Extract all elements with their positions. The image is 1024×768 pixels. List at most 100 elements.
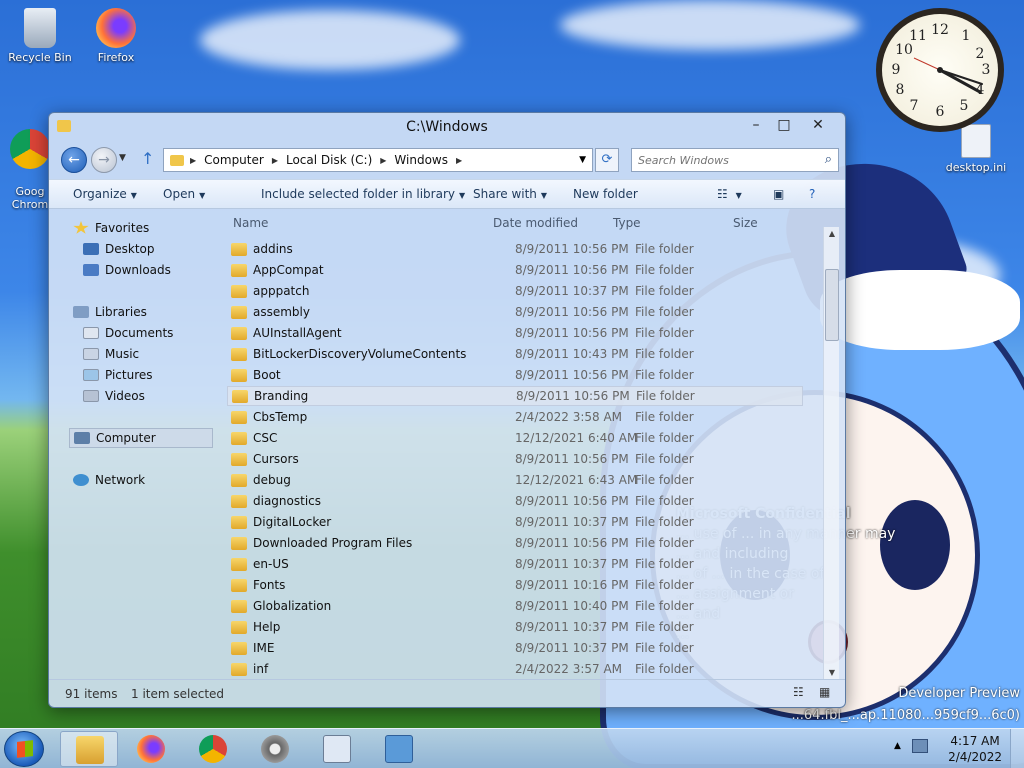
- nav-downloads[interactable]: Downloads: [83, 260, 171, 280]
- refresh-button[interactable]: ⟳: [595, 148, 619, 172]
- breadcrumb-windows[interactable]: Windows: [394, 153, 448, 167]
- clock-gadget[interactable]: 12 1 2 3 4 5 6 7 8 9 10 11: [876, 8, 1004, 132]
- folder-icon: [231, 410, 247, 424]
- view-options-icon[interactable]: ☷ ▼: [717, 187, 742, 201]
- table-row[interactable]: CSC 12/12/2021 6:40 AM File folder: [227, 428, 803, 448]
- search-box[interactable]: ⌕: [631, 148, 839, 172]
- open-button[interactable]: Open ▼: [163, 187, 205, 201]
- search-icon[interactable]: ⌕: [825, 152, 832, 167]
- table-row[interactable]: Globalization 8/9/2011 10:40 PM File folde…: [227, 596, 803, 616]
- include-in-library-button[interactable]: Include selected folder in library ▼: [261, 187, 465, 201]
- clock[interactable]: 4:17 AM 2/4/2022: [948, 733, 1002, 765]
- table-row[interactable]: assembly 8/9/2011 10:56 PM File folder: [227, 302, 803, 322]
- nav-documents[interactable]: Documents: [83, 323, 173, 343]
- taskbar-firefox[interactable]: [122, 731, 180, 767]
- nav-favorites[interactable]: Favorites: [73, 218, 149, 238]
- column-header-type[interactable]: Type: [613, 216, 641, 230]
- search-input[interactable]: [632, 149, 810, 171]
- scroll-up-icon[interactable]: ▲: [824, 229, 840, 238]
- table-row[interactable]: Help 8/9/2011 10:37 PM File folder: [227, 617, 803, 637]
- breadcrumb-separator-icon[interactable]: ▶: [272, 156, 278, 165]
- clock-face: 12 1 2 3 4 5 6 7 8 9 10 11: [882, 14, 998, 126]
- table-row[interactable]: DigitalLocker 8/9/2011 10:37 PM File folde…: [227, 512, 803, 532]
- folder-icon: [231, 494, 247, 508]
- breadcrumb-separator-icon[interactable]: ▶: [380, 156, 386, 165]
- table-row[interactable]: Cursors 8/9/2011 10:56 PM File folder: [227, 449, 803, 469]
- column-header-size[interactable]: Size: [733, 216, 758, 230]
- details-view-icon[interactable]: ☷: [793, 685, 804, 699]
- column-header-name[interactable]: Name: [233, 216, 268, 230]
- file-date: 8/9/2011 10:56 PM: [515, 263, 629, 277]
- new-folder-button[interactable]: New folder: [573, 187, 638, 201]
- table-row[interactable]: IME 8/9/2011 10:37 PM File folder: [227, 638, 803, 658]
- maximize-button[interactable]: □: [771, 115, 797, 135]
- taskbar-file-explorer[interactable]: [60, 731, 118, 767]
- minimize-button[interactable]: –: [743, 115, 769, 135]
- nav-computer[interactable]: Computer: [69, 428, 213, 448]
- taskbar-remote-desktop[interactable]: [370, 731, 428, 767]
- up-arrow-icon[interactable]: ↑: [141, 149, 154, 168]
- tray-time: 4:17 AM: [950, 734, 1000, 748]
- recent-pages-dropdown-icon[interactable]: ▼: [119, 153, 126, 163]
- breadcrumb-computer[interactable]: Computer: [204, 153, 264, 167]
- nav-music[interactable]: Music: [83, 344, 139, 364]
- start-button[interactable]: [4, 731, 44, 767]
- table-row[interactable]: AUInstallAgent 8/9/2011 10:56 PM File fold…: [227, 323, 803, 343]
- explorer-window[interactable]: C:\Windows – □ ✕ ← → ▼ ↑ ▶ Computer ▶ Lo…: [48, 112, 846, 708]
- file-date: 2/4/2022 3:57 AM: [515, 662, 623, 676]
- scrollbar-thumb[interactable]: [825, 269, 839, 341]
- column-header-date-modified[interactable]: Date modified: [493, 216, 578, 230]
- file-name: DigitalLocker: [253, 515, 332, 529]
- table-row[interactable]: BitLockerDiscoveryVolumeContents 8/9/2011…: [227, 344, 803, 364]
- share-with-button[interactable]: Share with ▼: [473, 187, 547, 201]
- nav-videos[interactable]: Videos: [83, 386, 145, 406]
- breadcrumb-separator-icon[interactable]: ▶: [456, 156, 462, 165]
- desktop-icon-label: Recycle Bin: [8, 51, 72, 64]
- nav-pictures[interactable]: Pictures: [83, 365, 153, 385]
- forward-button[interactable]: →: [91, 147, 117, 173]
- back-button[interactable]: ←: [61, 147, 87, 173]
- nav-libraries[interactable]: Libraries: [73, 302, 147, 322]
- table-row[interactable]: debug 12/12/2021 6:43 AM File folder: [227, 470, 803, 490]
- close-button[interactable]: ✕: [805, 115, 831, 135]
- desktop-icon-desktop-ini[interactable]: desktop.ini: [938, 124, 1014, 174]
- breadcrumb-local-disk[interactable]: Local Disk (C:): [286, 153, 372, 167]
- table-row[interactable]: diagnostics 8/9/2011 10:56 PM File folder: [227, 491, 803, 511]
- file-date: 8/9/2011 10:37 PM: [515, 641, 629, 655]
- taskbar-chrome[interactable]: [184, 731, 242, 767]
- videos-icon: [83, 390, 99, 402]
- folder-icon: [231, 578, 247, 592]
- table-row[interactable]: Fonts 8/9/2011 10:16 PM File folder: [227, 575, 803, 595]
- desktop-icon-firefox[interactable]: Firefox: [78, 8, 154, 64]
- table-row[interactable]: CbsTemp 2/4/2022 3:58 AM File folder: [227, 407, 803, 427]
- table-row[interactable]: Boot 8/9/2011 10:56 PM File folder: [227, 365, 803, 385]
- table-row[interactable]: AppCompat 8/9/2011 10:56 PM File folder: [227, 260, 803, 280]
- network-status-icon[interactable]: [912, 739, 928, 753]
- file-date: 8/9/2011 10:37 PM: [515, 284, 629, 298]
- address-bar[interactable]: ▶ Computer ▶ Local Disk (C:) ▶ Windows ▶…: [163, 148, 593, 172]
- table-row[interactable]: inf 2/4/2022 3:57 AM File folder: [227, 659, 803, 679]
- address-dropdown-icon[interactable]: ▼: [579, 155, 586, 165]
- organize-button[interactable]: Organize ▼: [73, 187, 137, 201]
- scroll-down-icon[interactable]: ▼: [824, 668, 840, 677]
- help-icon[interactable]: ?: [809, 187, 815, 201]
- table-row[interactable]: Branding 8/9/2011 10:56 PM File folder: [227, 386, 803, 406]
- show-hidden-icons-icon[interactable]: ▲: [894, 741, 901, 751]
- show-desktop-button[interactable]: [1010, 729, 1024, 768]
- title-bar[interactable]: C:\Windows – □ ✕: [49, 113, 845, 141]
- preview-pane-icon[interactable]: ▣: [773, 187, 784, 201]
- vertical-scrollbar[interactable]: ▲ ▼: [823, 227, 839, 679]
- desktop-icon-recycle-bin[interactable]: Recycle Bin: [2, 8, 78, 64]
- nav-network[interactable]: Network: [73, 470, 145, 490]
- file-type: File folder: [635, 242, 694, 256]
- large-icons-view-icon[interactable]: ▦: [819, 685, 830, 699]
- nav-desktop[interactable]: Desktop: [83, 239, 155, 259]
- table-row[interactable]: addins 8/9/2011 10:56 PM File folder: [227, 239, 803, 259]
- table-row[interactable]: apppatch 8/9/2011 10:37 PM File folder: [227, 281, 803, 301]
- taskbar-settings[interactable]: [246, 731, 304, 767]
- table-row[interactable]: Downloaded Program Files 8/9/2011 10:56 P…: [227, 533, 803, 553]
- taskbar-resource-monitor[interactable]: [308, 731, 366, 767]
- breadcrumb-separator-icon[interactable]: ▶: [190, 156, 196, 165]
- file-type: File folder: [635, 452, 694, 466]
- table-row[interactable]: en-US 8/9/2011 10:37 PM File folder: [227, 554, 803, 574]
